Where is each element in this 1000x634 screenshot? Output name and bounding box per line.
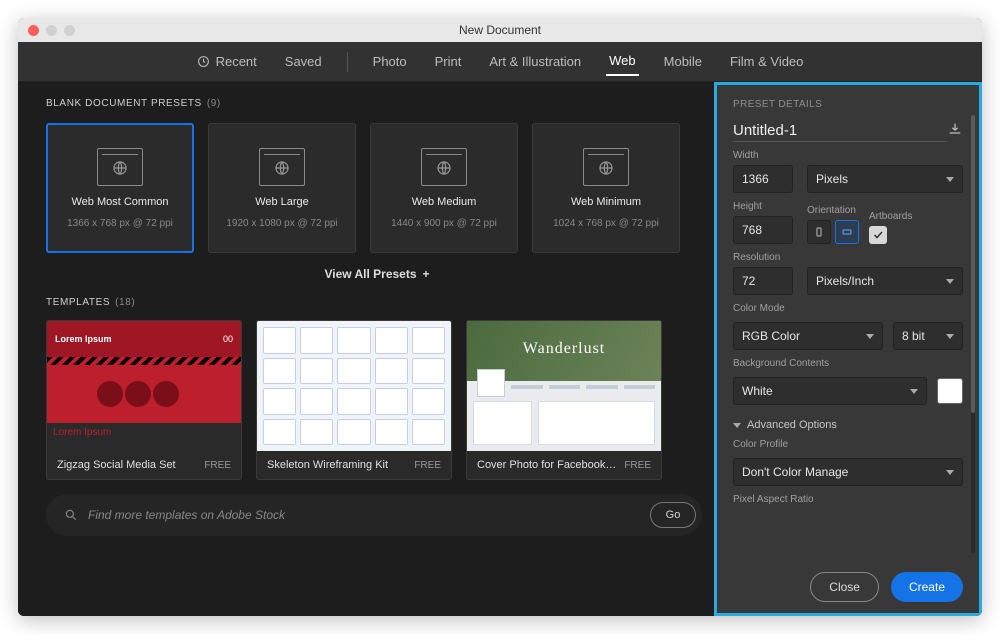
tab-divider [347, 52, 348, 72]
preset-details-panel: PRESET DETAILS Width 1366 Pixels [714, 82, 982, 616]
tab-saved[interactable]: Saved [282, 48, 325, 75]
search-placeholder: Find more templates on Adobe Stock [88, 508, 650, 522]
width-input[interactable]: 1366 [733, 165, 793, 193]
browser-globe-icon [583, 148, 629, 186]
window-title: New Document [18, 23, 982, 37]
preset-details-heading: PRESET DETAILS [733, 99, 963, 110]
color-profile-select[interactable]: Don't Color Manage [733, 458, 963, 486]
tab-print[interactable]: Print [432, 48, 465, 75]
titlebar: New Document [18, 18, 982, 42]
tab-art-illustration[interactable]: Art & Illustration [486, 48, 584, 75]
clock-icon [197, 55, 210, 68]
chevron-down-icon [733, 423, 741, 428]
preset-web-minimum[interactable]: Web Minimum 1024 x 768 px @ 72 ppi [532, 123, 680, 253]
preset-web-large[interactable]: Web Large 1920 x 1080 px @ 72 ppi [208, 123, 356, 253]
chevron-down-icon [910, 389, 918, 394]
orientation-portrait-button[interactable] [807, 220, 831, 244]
chevron-down-icon [946, 334, 954, 339]
template-zigzag[interactable]: Lorem Ipsum00 Lorem Ipsum Zigzag Social … [46, 320, 242, 480]
height-input[interactable]: 768 [733, 216, 793, 244]
preset-web-most-common[interactable]: Web Most Common 1366 x 768 px @ 72 ppi [46, 123, 194, 253]
artboards-checkbox[interactable] [869, 226, 887, 244]
template-skeleton[interactable]: Skeleton Wireframing KitFREE [256, 320, 452, 480]
tab-mobile[interactable]: Mobile [661, 48, 705, 75]
stock-search[interactable]: Find more templates on Adobe Stock Go [46, 494, 702, 536]
resolution-unit-select[interactable]: Pixels/Inch [807, 267, 963, 295]
templates-heading: TEMPLATES (18) [46, 297, 702, 308]
background-swatch[interactable] [937, 378, 963, 404]
browser-globe-icon [97, 148, 143, 186]
resolution-input[interactable]: 72 [733, 267, 793, 295]
presets-heading: BLANK DOCUMENT PRESETS (9) [46, 98, 702, 109]
chevron-down-icon [946, 177, 954, 182]
chevron-down-icon [946, 470, 954, 475]
search-icon [64, 508, 78, 522]
chevron-down-icon [946, 279, 954, 284]
template-thumb [257, 321, 451, 451]
template-thumb: Lorem Ipsum00 Lorem Ipsum [47, 321, 241, 451]
view-all-presets-button[interactable]: View All Presets+ [46, 267, 702, 281]
tab-photo[interactable]: Photo [370, 48, 410, 75]
width-unit-select[interactable]: Pixels [807, 165, 963, 193]
category-tabs: Recent Saved Photo Print Art & Illustrat… [18, 42, 982, 82]
preset-web-medium[interactable]: Web Medium 1440 x 900 px @ 72 ppi [370, 123, 518, 253]
tab-recent[interactable]: Recent [194, 48, 260, 75]
orientation-landscape-button[interactable] [835, 220, 859, 244]
scrollbar[interactable] [971, 115, 975, 553]
plus-icon: + [423, 267, 430, 281]
tab-web[interactable]: Web [606, 47, 639, 76]
browser-globe-icon [421, 148, 467, 186]
template-thumb: Wanderlust [467, 321, 661, 451]
tab-film-video[interactable]: Film & Video [727, 48, 806, 75]
advanced-options-toggle[interactable]: Advanced Options [733, 419, 963, 431]
left-panel: BLANK DOCUMENT PRESETS (9) Web Most Comm… [18, 82, 714, 616]
chevron-down-icon [866, 334, 874, 339]
browser-globe-icon [259, 148, 305, 186]
save-preset-icon[interactable] [947, 121, 963, 142]
search-go-button[interactable]: Go [650, 502, 696, 528]
background-select[interactable]: White [733, 377, 927, 405]
new-document-dialog: New Document Recent Saved Photo Print Ar… [18, 18, 982, 616]
color-mode-select[interactable]: RGB Color [733, 322, 883, 350]
document-name-input[interactable] [733, 120, 947, 142]
create-button[interactable]: Create [891, 572, 963, 602]
close-button[interactable]: Close [810, 572, 879, 602]
template-facebook-cover[interactable]: Wanderlust Cover Photo for Facebook with… [466, 320, 662, 480]
bit-depth-select[interactable]: 8 bit [893, 322, 963, 350]
